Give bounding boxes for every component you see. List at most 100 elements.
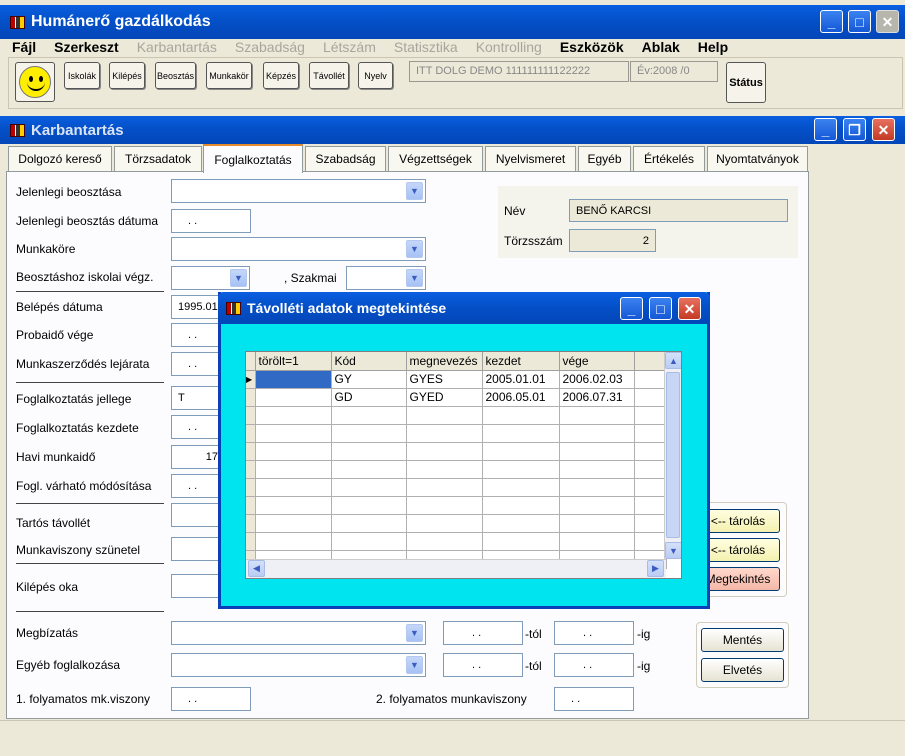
megbizatas-select[interactable]: ▼ <box>171 621 426 645</box>
tab-nyomtatvanyok[interactable]: Nyomtatványok <box>707 146 808 171</box>
table-row[interactable] <box>246 424 667 443</box>
grid-cell[interactable]: GD <box>331 388 407 407</box>
toolbar-iskolak-button[interactable]: Iskolák <box>64 62 100 89</box>
table-row[interactable] <box>246 496 667 515</box>
megbizatas-tol-input[interactable]: . . <box>443 621 523 645</box>
tab-torzsadatok[interactable]: Törzsadatok <box>114 146 202 171</box>
grid-cell[interactable]: 2006.07.31 <box>559 388 635 407</box>
close-icon[interactable]: ✕ <box>876 10 899 33</box>
egyeb-ig-input[interactable]: . . <box>554 653 634 677</box>
dialog-title-bar[interactable]: Távolléti adatok megtekintése _ □ ✕ <box>218 292 710 324</box>
tab-szabadsag[interactable]: Szabadság <box>305 146 386 171</box>
child-restore-icon[interactable]: ❐ <box>843 118 866 141</box>
menu-eszkozok[interactable]: Eszközök <box>560 39 624 55</box>
horizontal-scrollbar[interactable]: ◀ ▶ <box>246 559 666 578</box>
grid-cell[interactable]: 2005.01.01 <box>482 370 560 389</box>
havi-munkaido-input[interactable]: 17 <box>171 445 221 469</box>
tab-foglalkoztatas[interactable]: Foglalkoztatás <box>203 144 303 173</box>
grid-cell[interactable] <box>255 388 332 407</box>
menu-szabadsag[interactable]: Szabadság <box>235 39 305 55</box>
scroll-thumb[interactable] <box>666 372 680 538</box>
tavollet-grid[interactable]: törölt=1 Kód megnevezés kezdet vége ▶ GY… <box>245 351 682 579</box>
table-row[interactable] <box>246 442 667 461</box>
grid-cell[interactable]: GYED <box>406 388 483 407</box>
dialog-close-icon[interactable]: ✕ <box>678 297 701 320</box>
table-row[interactable] <box>246 460 667 479</box>
column-header[interactable]: vége <box>559 352 635 371</box>
maximize-icon[interactable]: □ <box>848 10 871 33</box>
tartos-tavollet-input[interactable] <box>171 503 221 527</box>
folyamatos2-input[interactable]: . . <box>554 687 634 711</box>
jelenlegi-beosztasa-select[interactable]: ▼ <box>171 179 426 203</box>
scroll-right-icon[interactable]: ▶ <box>647 560 664 577</box>
grid-cell[interactable] <box>634 388 667 407</box>
elvetes-button[interactable]: Elvetés <box>701 658 784 682</box>
munkaszerzodes-lejarata-input[interactable]: . . <box>171 352 221 376</box>
scroll-down-icon[interactable]: ▼ <box>665 542 681 559</box>
scroll-up-icon[interactable]: ▲ <box>665 352 681 369</box>
menu-szerkeszt[interactable]: Szerkeszt <box>54 39 119 55</box>
grid-cell[interactable]: 2006.02.03 <box>559 370 635 389</box>
chevron-down-icon[interactable]: ▼ <box>406 624 423 642</box>
fogl-varhato-input[interactable]: . . <box>171 474 221 498</box>
munkakore-select[interactable]: ▼ <box>171 237 426 261</box>
toolbar-nyelv-button[interactable]: Nyelv <box>358 62 393 89</box>
tab-dolgozo-kereso[interactable]: Dolgozó kereső <box>8 146 112 171</box>
szakmai-select[interactable]: ▼ <box>346 266 426 290</box>
kilepes-oka-input[interactable] <box>171 574 221 598</box>
table-row[interactable]: GD GYED 2006.05.01 2006.07.31 <box>246 388 667 407</box>
chevron-down-icon[interactable]: ▼ <box>406 656 423 674</box>
megbizatas-ig-input[interactable]: . . <box>554 621 634 645</box>
foglalkoztatas-jellege-input[interactable]: T <box>171 386 221 410</box>
toolbar-munkakor-button[interactable]: Munkakör <box>206 62 252 89</box>
tab-ertekeles[interactable]: Értékelés <box>633 146 705 171</box>
probaido-vege-input[interactable]: . . <box>171 323 221 347</box>
vertical-scrollbar[interactable]: ▲ ▼ <box>664 352 681 559</box>
menu-ablak[interactable]: Ablak <box>642 39 680 55</box>
grid-cell[interactable]: GY <box>331 370 407 389</box>
status-button[interactable]: Státus <box>726 62 766 103</box>
grid-cell[interactable]: GYES <box>406 370 483 389</box>
menu-letszam[interactable]: Létszám <box>323 39 376 55</box>
app-title-bar[interactable]: Humánerő gazdálkodás _ □ ✕ <box>0 5 905 39</box>
iskolai-select[interactable]: ▼ <box>171 266 250 290</box>
folyamatos1-input[interactable]: . . <box>171 687 251 711</box>
egyeb-foglalkozasa-select[interactable]: ▼ <box>171 653 426 677</box>
chevron-down-icon[interactable]: ▼ <box>406 269 423 287</box>
grid-cell[interactable]: 2006.05.01 <box>482 388 560 407</box>
egyeb-tol-input[interactable]: . . <box>443 653 523 677</box>
table-row[interactable] <box>246 514 667 533</box>
child-title-bar[interactable]: Karbantartás _ ❐ ✕ <box>0 116 905 144</box>
toolbar-kepzes-button[interactable]: Képzés <box>263 62 299 89</box>
menu-kontrolling[interactable]: Kontrolling <box>476 39 542 55</box>
grid-cell[interactable] <box>634 370 667 389</box>
column-header[interactable]: törölt=1 <box>255 352 332 371</box>
toolbar-tavollet-button[interactable]: Távollét <box>309 62 349 89</box>
column-header[interactable]: kezdet <box>482 352 560 371</box>
munkaviszony-szunetel-input[interactable] <box>171 537 221 561</box>
menu-fajl[interactable]: Fájl <box>12 39 36 55</box>
menu-statisztika[interactable]: Statisztika <box>394 39 458 55</box>
tab-nyelvismeret[interactable]: Nyelvismeret <box>485 146 576 171</box>
toolbar-beosztas-button[interactable]: Beosztás <box>155 62 196 89</box>
column-header[interactable]: megnevezés <box>406 352 483 371</box>
dialog-minimize-icon[interactable]: _ <box>620 297 643 320</box>
jelenlegi-beosztas-datuma-input[interactable]: . . <box>171 209 251 233</box>
toolbar-kilepes-button[interactable]: Kilépés <box>109 62 145 89</box>
tab-vegzettsegek[interactable]: Végzettségek <box>388 146 483 171</box>
table-row[interactable] <box>246 532 667 551</box>
menu-karbantartas[interactable]: Karbantartás <box>137 39 217 55</box>
smiley-button[interactable] <box>15 62 55 102</box>
menu-help[interactable]: Help <box>698 39 728 55</box>
scroll-left-icon[interactable]: ◀ <box>248 560 265 577</box>
table-row[interactable] <box>246 478 667 497</box>
child-minimize-icon[interactable]: _ <box>814 118 837 141</box>
table-row[interactable]: ▶ GY GYES 2005.01.01 2006.02.03 <box>246 370 667 389</box>
grid-cell[interactable] <box>255 370 332 389</box>
chevron-down-icon[interactable]: ▼ <box>230 269 247 287</box>
child-close-icon[interactable]: ✕ <box>872 118 895 141</box>
foglalkoztatas-kezdete-input[interactable]: . . <box>171 415 221 439</box>
table-row[interactable] <box>246 406 667 425</box>
column-header[interactable]: Kód <box>331 352 407 371</box>
chevron-down-icon[interactable]: ▼ <box>406 240 423 258</box>
